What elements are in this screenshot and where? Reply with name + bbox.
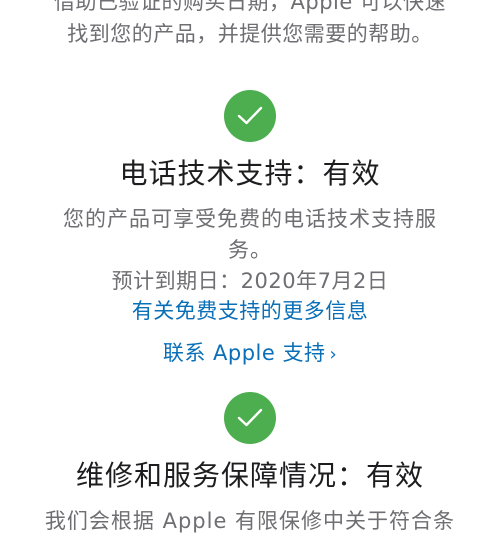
checkmark-circle-icon [224, 392, 276, 444]
more-info-link[interactable]: 有关免费支持的更多信息 [132, 296, 369, 326]
phone-support-title: 电话技术支持：有效 [119, 157, 381, 190]
intro-line-1: 借助已验证的购买日期，Apple 可以快速 [54, 0, 446, 14]
phone-support-description: 您的产品可享受免费的电话技术支持服务。 [63, 207, 437, 262]
repair-coverage-description: 我们会根据 Apple 有限保修中关于符合条 [44, 509, 456, 533]
intro-line-2: 找到您的产品，并提供您需要的帮助。 [67, 22, 433, 46]
intro-text: 借助已验证的购买日期，Apple 可以快速 找到您的产品，并提供您需要的帮助。 [0, 0, 500, 50]
repair-coverage-title: 维修和服务保障情况：有效 [75, 459, 424, 492]
chevron-right-icon: › [329, 344, 338, 365]
contact-apple-support-link[interactable]: 联系 Apple 支持 › [163, 338, 337, 370]
checkmark-icon [237, 106, 263, 125]
coverage-page: 借助已验证的购买日期，Apple 可以快速 找到您的产品，并提供您需要的帮助。 … [0, 0, 500, 533]
checkmark-icon [237, 408, 263, 427]
phone-support-expiry: 预计到期日：2020年7月2日 [111, 269, 389, 293]
repair-coverage-section: 维修和服务保障情况：有效 我们会根据 Apple 有限保修中关于符合条 [0, 392, 500, 533]
phone-support-section: 电话技术支持：有效 您的产品可享受免费的电话技术支持服务。 预计到期日：2020… [0, 90, 500, 370]
contact-apple-support-label: 联系 Apple 支持 [162, 341, 326, 365]
checkmark-circle-icon [224, 90, 276, 142]
